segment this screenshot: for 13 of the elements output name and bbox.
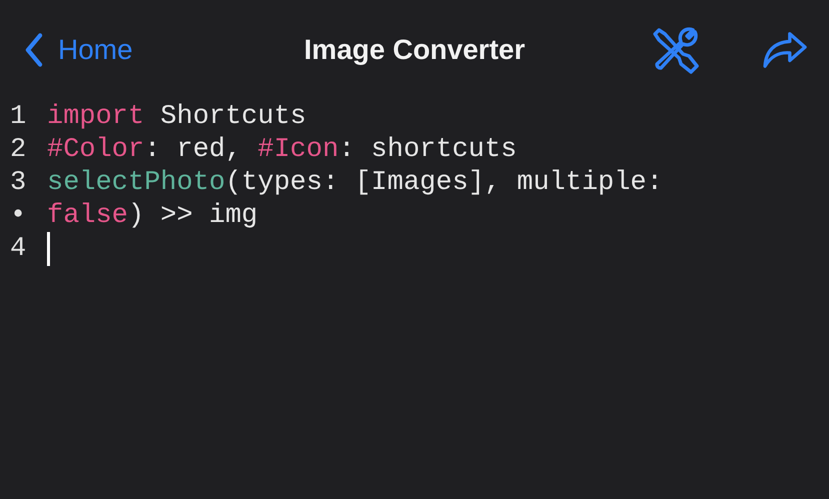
- code-line: false) >> img: [47, 200, 258, 230]
- code-line: import Shortcuts: [47, 102, 306, 132]
- line-number: 4: [9, 234, 28, 264]
- code-line: #Color: red, #Icon: shortcuts: [47, 134, 517, 164]
- line-number: •: [9, 200, 28, 230]
- line-number: 2: [9, 134, 28, 164]
- line-number: 1: [9, 102, 28, 132]
- code-line: selectPhoto(types: [Images], multiple:: [47, 168, 663, 198]
- line-number: 3: [9, 168, 28, 198]
- back-button[interactable]: Home: [24, 33, 133, 67]
- screen-title: Image Converter: [304, 34, 525, 66]
- chevron-left-icon: [24, 33, 44, 67]
- forward-arrow-icon[interactable]: [761, 30, 809, 70]
